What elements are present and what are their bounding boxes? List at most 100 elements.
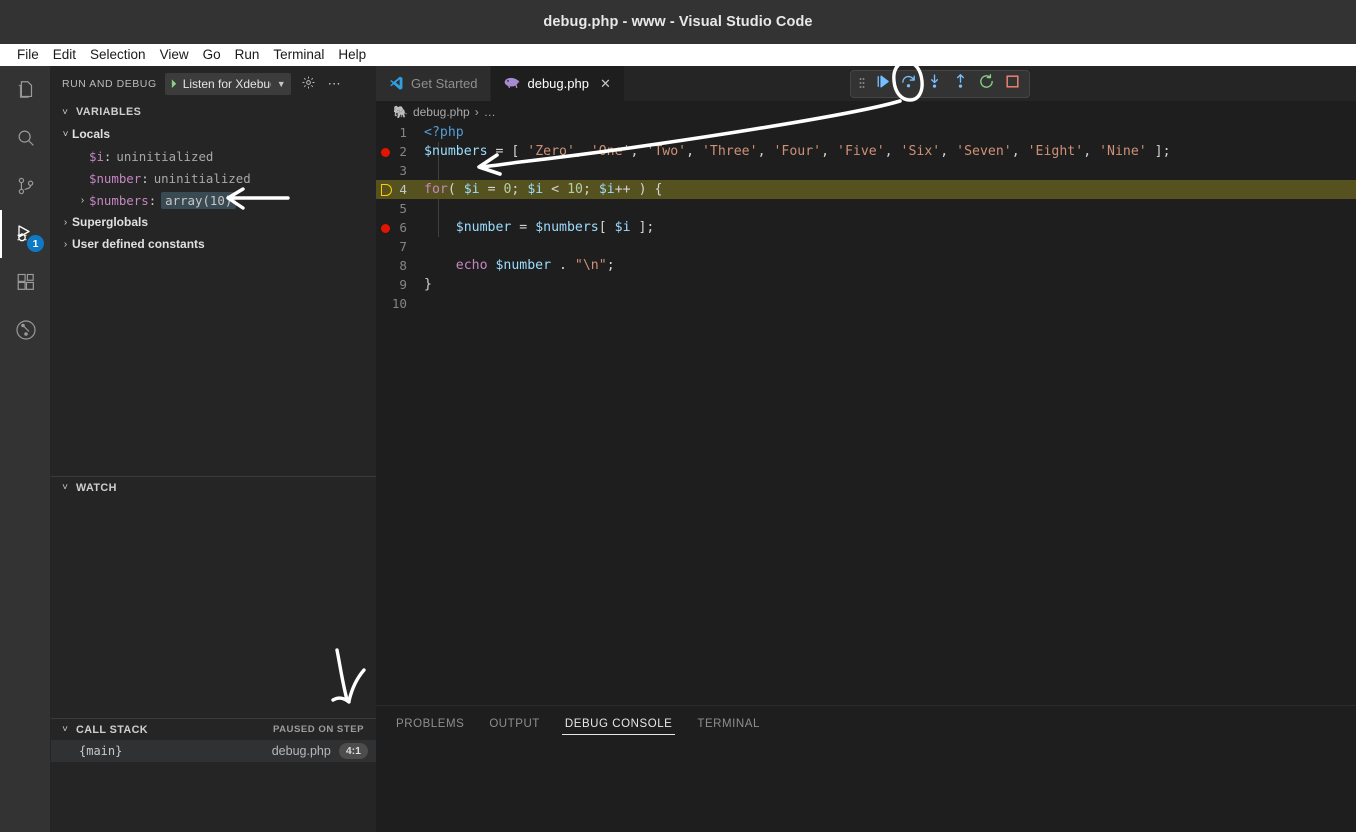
step-out-icon xyxy=(952,73,969,95)
search-icon xyxy=(15,127,37,149)
debug-toolbar xyxy=(850,70,1030,98)
step-into-button[interactable] xyxy=(921,72,947,96)
launch-config-label: Listen for Xdebug xyxy=(182,76,271,91)
menu-item-selection[interactable]: Selection xyxy=(83,44,153,66)
variable-value: uninitialized xyxy=(153,170,251,186)
activity-item-testing[interactable] xyxy=(0,306,51,354)
code-line[interactable]: 8 echo $number . "\n"; xyxy=(376,256,1356,275)
run-and-debug-badge: 1 xyxy=(27,235,44,252)
menu-item-go[interactable]: Go xyxy=(196,44,228,66)
line-number: 10 xyxy=(391,296,407,311)
step-out-button[interactable] xyxy=(947,72,973,96)
sidebar-header: RUN AND DEBUG ⏵ Listen for Xdebug ▼ ⋯ xyxy=(51,66,376,101)
activity-item-extensions[interactable] xyxy=(0,258,51,306)
callstack-section-header[interactable]: ˅ CALL STACK PAUSED ON STEP xyxy=(51,718,376,740)
watch-section-header[interactable]: ˅ WATCH xyxy=(51,476,376,498)
code-line[interactable]: 6 $number = $numbers[ $i ]; xyxy=(376,218,1356,237)
variable-value: array(10) xyxy=(161,191,237,209)
code-line[interactable]: 1 <?php xyxy=(376,123,1356,142)
variable-row[interactable]: $number: uninitialized xyxy=(51,167,376,189)
editor-tab[interactable]: Get Started xyxy=(376,66,492,101)
close-icon[interactable]: ✕ xyxy=(600,76,611,92)
menu-bar[interactable]: File Edit Selection View Go Run Terminal Help xyxy=(0,44,1356,66)
activity-item-search[interactable] xyxy=(0,114,51,162)
callstack-frame-position: 4:1 xyxy=(338,743,368,759)
panel-tab[interactable]: TERMINAL xyxy=(694,706,763,741)
callstack-row[interactable]: {main} debug.php 4:1 xyxy=(51,740,376,762)
ellipsis-icon[interactable]: ⋯ xyxy=(326,76,343,92)
editor-tab[interactable]: debug.php ✕ xyxy=(491,66,625,101)
variable-group-row[interactable]: ˅ Locals xyxy=(51,123,376,145)
launch-config-picker[interactable]: ⏵ Listen for Xdebug ▼ xyxy=(164,72,291,95)
step-into-icon xyxy=(926,73,943,95)
variables-tree[interactable]: ˅ Locals $i: uninitialized $number: uninitial… xyxy=(51,123,376,255)
menu-item-run[interactable]: Run xyxy=(228,44,267,66)
chevron-down-icon[interactable]: ▼ xyxy=(277,79,286,89)
panel-tab-bar: PROBLEMS OUTPUT DEBUG CONSOLE TERMINAL xyxy=(376,706,1356,741)
code-line[interactable]: 7 xyxy=(376,237,1356,256)
step-over-icon xyxy=(900,73,917,95)
breakpoint-icon[interactable] xyxy=(381,223,390,233)
continue-icon xyxy=(874,73,891,95)
variable-separator: : xyxy=(103,148,112,164)
code-line-text: echo $number . "\n"; xyxy=(455,258,615,273)
step-over-button[interactable] xyxy=(895,72,921,96)
variable-group-row[interactable]: › Superglobals xyxy=(51,211,376,233)
drag-handle[interactable] xyxy=(855,77,869,91)
activity-item-explorer[interactable] xyxy=(0,66,51,114)
activity-bar: 1 xyxy=(0,66,51,832)
code-line[interactable]: 9} xyxy=(376,275,1356,294)
menu-item-help[interactable]: Help xyxy=(331,44,373,66)
gear-icon[interactable] xyxy=(299,75,318,93)
breadcrumb-file[interactable]: debug.php xyxy=(413,105,470,119)
extensions-icon xyxy=(15,271,37,293)
php-elephant-icon xyxy=(504,76,520,92)
code-line[interactable]: 5 xyxy=(376,199,1356,218)
code-line[interactable]: 2 $numbers = [ 'Zero', 'One', 'Two', 'Thr… xyxy=(376,142,1356,161)
variable-name: $i xyxy=(89,148,104,164)
variable-group-label: Locals xyxy=(72,127,111,141)
variable-group-label: User defined constants xyxy=(72,237,205,251)
code-line[interactable]: 3 xyxy=(376,161,1356,180)
chevron-right-icon[interactable]: › xyxy=(76,195,89,206)
breadcrumb-separator: › xyxy=(474,105,479,119)
menu-item-edit[interactable]: Edit xyxy=(46,44,83,66)
stop-button[interactable] xyxy=(999,72,1025,96)
breakpoint-icon[interactable] xyxy=(381,147,390,157)
variable-group-label: Superglobals xyxy=(72,215,149,229)
run-and-debug-sidebar: RUN AND DEBUG ⏵ Listen for Xdebug ▼ ⋯ ˅ … xyxy=(51,66,376,832)
panel-tab[interactable]: OUTPUT xyxy=(486,706,543,741)
execution-pointer-icon xyxy=(381,183,392,196)
activity-item-source-control[interactable] xyxy=(0,162,51,210)
variable-name: $numbers xyxy=(89,192,149,208)
activity-item-run-and-debug[interactable]: 1 xyxy=(0,210,51,258)
variables-section-title: VARIABLES xyxy=(76,106,142,118)
variable-value: uninitialized xyxy=(116,148,214,164)
menu-item-terminal[interactable]: Terminal xyxy=(266,44,331,66)
panel-tab[interactable]: DEBUG CONSOLE xyxy=(561,706,676,741)
code-line[interactable]: 10 xyxy=(376,294,1356,313)
code-line-text: } xyxy=(424,277,432,292)
breadcrumb-more[interactable]: … xyxy=(484,105,496,119)
variable-group-row[interactable]: › User defined constants xyxy=(51,233,376,255)
panel-tab[interactable]: PROBLEMS xyxy=(393,706,467,741)
variable-row[interactable]: $i: uninitialized xyxy=(51,145,376,167)
restart-button[interactable] xyxy=(973,72,999,96)
php-elephant-icon: 🐘 xyxy=(393,105,408,119)
breadcrumb[interactable]: 🐘 debug.php › … xyxy=(376,101,1356,123)
variable-separator: : xyxy=(148,192,157,208)
variables-section-header[interactable]: ˅ VARIABLES xyxy=(51,101,376,123)
variable-row[interactable]: › $numbers: array(10) xyxy=(51,189,376,211)
chevron-right-icon[interactable]: › xyxy=(59,239,72,250)
play-icon[interactable]: ⏵ xyxy=(171,78,177,90)
vscode-window: debug.php - www - Visual Studio Code Fil… xyxy=(0,0,1356,832)
callstack-list[interactable]: {main} debug.php 4:1 xyxy=(51,740,376,762)
debug-console-output[interactable] xyxy=(376,741,1356,811)
chevron-down-icon[interactable]: ˅ xyxy=(59,129,72,140)
code-editor[interactable]: 1 <?php 2 $numbers = [ 'Zero', 'One', 'Two'… xyxy=(376,123,1356,313)
menu-item-file[interactable]: File xyxy=(10,44,46,66)
chevron-right-icon[interactable]: › xyxy=(59,217,72,228)
continue-button[interactable] xyxy=(869,72,895,96)
menu-item-view[interactable]: View xyxy=(153,44,196,66)
code-line[interactable]: 4 for( $i = 0; $i < 10; $i++ ) { xyxy=(376,180,1356,199)
